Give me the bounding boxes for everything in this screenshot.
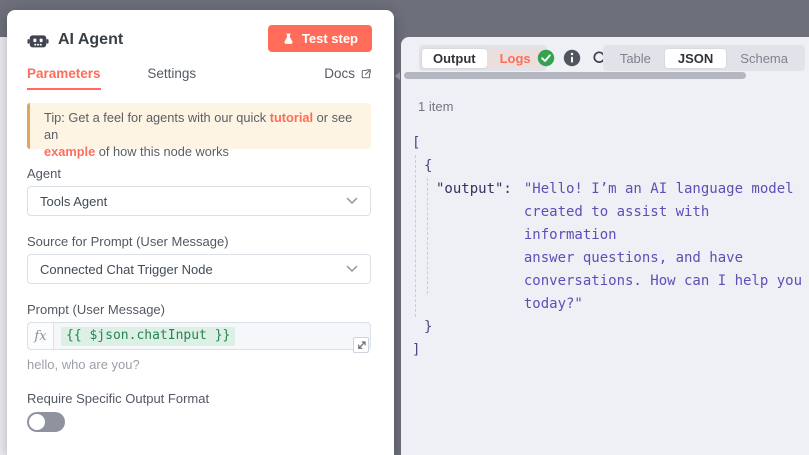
json-property-row: "output": "Hello! I’m an AI language mod…	[412, 178, 809, 316]
example-link[interactable]: example	[44, 144, 95, 159]
view-mode-tabs: Table JSON Schema	[603, 45, 805, 71]
external-link-icon	[360, 68, 372, 80]
flask-icon	[282, 32, 295, 46]
tutorial-link[interactable]: tutorial	[270, 110, 313, 125]
output-format-label: Require Specific Output Format	[27, 391, 209, 406]
json-key: "output":	[436, 178, 512, 201]
json-open-brace: {	[412, 155, 809, 178]
node-header: AI Agent Test step	[27, 25, 372, 55]
node-tabs: Parameters Settings Docs	[27, 66, 372, 88]
expand-expression-button[interactable]	[353, 337, 369, 353]
run-status	[537, 49, 609, 67]
json-open-bracket: [	[412, 132, 809, 155]
test-step-label: Test step	[302, 31, 358, 46]
tab-schema[interactable]: Schema	[726, 49, 802, 68]
tip-text: Tip: Get a feel for agents with our quic…	[44, 110, 270, 125]
toggle-knob	[29, 414, 45, 430]
tip-text: of how this node works	[95, 144, 229, 159]
prompt-label: Prompt (User Message)	[27, 302, 165, 317]
chevron-down-icon	[346, 265, 358, 273]
success-check-icon	[537, 49, 555, 67]
source-label: Source for Prompt (User Message)	[27, 234, 229, 249]
source-select[interactable]: Connected Chat Trigger Node	[27, 254, 371, 284]
node-title: AI Agent	[58, 31, 123, 49]
indent-guide	[427, 178, 428, 294]
fx-icon: fx	[28, 323, 54, 349]
info-icon[interactable]	[563, 49, 581, 67]
output-panel: Output Logs Table JSON Schema 1	[401, 37, 809, 455]
tab-json[interactable]: JSON	[665, 49, 726, 68]
input-panel-edge	[0, 37, 7, 455]
horizontal-scrollbar[interactable]	[404, 72, 746, 79]
prompt-expression-input[interactable]: fx {{ $json.chatInput }}	[27, 322, 371, 350]
json-value: "Hello! I’m an AI language model created…	[524, 178, 809, 316]
json-close-bracket: ]	[412, 339, 809, 362]
chevron-down-icon	[346, 197, 358, 205]
output-format-toggle[interactable]	[27, 412, 65, 432]
tab-parameters[interactable]: Parameters	[27, 66, 101, 90]
robot-icon	[27, 29, 49, 51]
items-count: 1 item	[418, 99, 453, 114]
agent-label: Agent	[27, 166, 61, 181]
tab-output[interactable]: Output	[422, 49, 487, 68]
json-close-brace: }	[412, 316, 809, 339]
scroll-left-arrow-icon[interactable]	[395, 72, 400, 80]
source-select-value: Connected Chat Trigger Node	[40, 262, 213, 277]
agent-select-value: Tools Agent	[40, 194, 107, 209]
indent-guide	[415, 155, 416, 317]
output-logs-tabs: Output Logs	[419, 45, 547, 71]
tab-settings[interactable]: Settings	[147, 66, 196, 81]
docs-label: Docs	[324, 66, 355, 81]
tab-table[interactable]: Table	[606, 49, 665, 68]
node-settings-card: AI Agent Test step Parameters Settings D…	[7, 10, 394, 455]
expand-icon	[356, 340, 367, 351]
expression-preview: hello, who are you?	[27, 357, 140, 372]
agent-select[interactable]: Tools Agent	[27, 186, 371, 216]
docs-link[interactable]: Docs	[324, 66, 372, 81]
tab-logs[interactable]: Logs	[487, 49, 544, 68]
tip-callout: Tip: Get a feel for agents with our quic…	[27, 103, 371, 149]
test-step-button[interactable]: Test step	[268, 25, 372, 52]
json-output-view: [ { "output": "Hello! I’m an AI language…	[412, 132, 809, 362]
expression-value: {{ $json.chatInput }}	[61, 327, 235, 346]
